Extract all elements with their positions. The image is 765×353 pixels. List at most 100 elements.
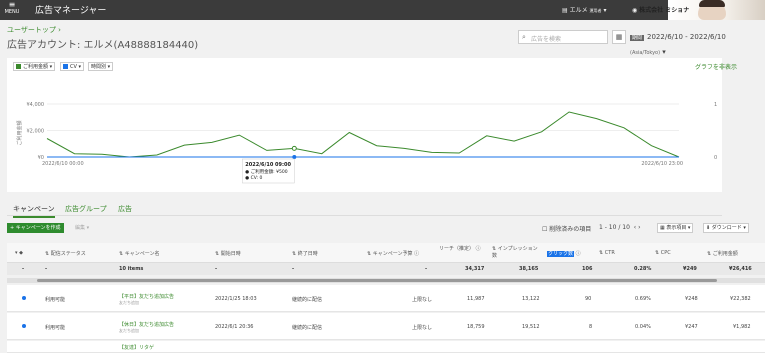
y-tick-right: 1	[714, 102, 717, 108]
sum-dash: -	[45, 266, 48, 272]
header-start-label: 開始日時	[220, 251, 241, 257]
header-spend[interactable]: ⇅ ご利用金額	[707, 250, 738, 257]
sum-clicks: 106	[582, 266, 593, 272]
row-ctr: 0.04%	[635, 324, 651, 330]
columns-button[interactable]: ▦ 表示項目 ▾	[657, 223, 694, 233]
header-name-label: キャンペーン名	[124, 251, 160, 257]
header-clicks-label: クリック数	[547, 251, 575, 257]
header-spend-label: ご利用金額	[712, 251, 738, 257]
company-name: 株式会社 ミショナ	[639, 7, 690, 14]
header-cpc[interactable]: ⇅ CPC	[655, 250, 671, 256]
row-imp: 13,122	[522, 296, 540, 302]
hamburger-icon: ≡	[8, 0, 16, 9]
next-page-icon[interactable]: ›	[638, 224, 640, 231]
series-line-spend	[46, 111, 680, 158]
row-reach: 11,987	[467, 296, 485, 302]
row-cpc: ¥248	[685, 296, 698, 302]
sum-dash: -	[425, 266, 428, 272]
header-budget[interactable]: ⇅ キャンペーン予算 ⓘ	[367, 250, 419, 257]
header-start[interactable]: ⇅ 開始日時	[215, 250, 241, 257]
menu-button[interactable]: ≡ MENU	[3, 1, 21, 19]
header-impressions[interactable]: ⇅ インプレッション数	[492, 245, 540, 259]
header-ctr[interactable]: ⇅ CTR	[599, 250, 615, 256]
campaign-link[interactable]: 【平日】友だち追加広告 友だち追加	[119, 293, 174, 306]
campaign-objective: 友だち追加	[119, 300, 139, 305]
tab-ad[interactable]: 広告	[118, 204, 132, 214]
sum-reach: 34,317	[465, 266, 485, 272]
pagination[interactable]: 1 - 10 / 10 ‹ ›	[599, 224, 640, 231]
row-spend: ¥22,382	[730, 296, 751, 302]
row-start: 2022/6/1 20:36	[215, 324, 254, 330]
account-switcher[interactable]: ▤ エルメ 運用者 ▾	[562, 5, 606, 14]
header-budget-label: キャンペーン予算	[372, 251, 413, 257]
header-status[interactable]: ⇅ 配信ステータス	[45, 250, 86, 257]
prev-page-icon[interactable]: ‹	[634, 224, 636, 231]
row-end: 継続的に配信	[292, 325, 323, 331]
sum-dash: -	[215, 266, 218, 272]
calendar-icon[interactable]: ▦	[612, 30, 626, 44]
y-axis-label-left: ご利用金額	[16, 120, 23, 145]
sum-imp: 38,165	[519, 266, 539, 272]
create-campaign-button[interactable]: + キャンペーンを作成	[7, 223, 64, 233]
header-end[interactable]: ⇅ 終了日時	[292, 250, 318, 257]
scrollbar-thumb[interactable]	[37, 279, 717, 282]
x-tick-start: 2022/6/10 00:00	[42, 161, 84, 167]
header-sort-icon[interactable]: ▾ ◆	[15, 250, 23, 256]
search-icon: ⌕	[522, 33, 526, 41]
row-clicks: 8	[589, 324, 593, 330]
x-tick-end: 2022/6/10 23:00	[641, 161, 683, 167]
search-input[interactable]: ⌕ 広告を検索	[518, 30, 608, 44]
row-status: 利用可能	[45, 325, 66, 331]
row-status: 利用可能	[45, 297, 66, 303]
tab-ad-group[interactable]: 広告グループ	[65, 204, 107, 214]
row-budget: 上限なし	[412, 325, 433, 331]
show-deleted-checkbox[interactable]: ☐ 削除済みの項目	[542, 224, 591, 233]
search-placeholder: 広告を検索	[531, 36, 562, 43]
account-icon: ▤	[562, 7, 568, 14]
horizontal-scrollbar[interactable]	[7, 278, 765, 283]
header-imp-label: インプレッション数	[492, 246, 538, 259]
sum-cpc: ¥249	[683, 266, 697, 272]
campaign-objective: 友だち追加	[119, 328, 139, 333]
row-clicks: 90	[585, 296, 592, 302]
tab-bar: キャンペーン 広告グループ 広告	[7, 202, 722, 218]
hover-point-spend	[291, 145, 297, 151]
summary-row: - - 10 items - - - 34,317 38,165 106 0.2…	[7, 263, 765, 275]
row-ctr: 0.69%	[635, 296, 651, 302]
table-row[interactable]: 利用可能 【平日】友だち追加広告 友だち追加 2022/1/25 18:03 継続…	[7, 285, 765, 312]
sum-items: 10 items	[119, 266, 144, 272]
company-menu[interactable]: ◉ 株式会社 ミショナ	[632, 5, 689, 14]
y-tick-left: ¥4,000	[27, 102, 45, 108]
header-status-label: 配信ステータス	[50, 251, 86, 257]
hover-point-cv	[292, 155, 297, 159]
account-role: 運用者	[589, 8, 602, 13]
header-clicks[interactable]: クリック数 ⓘ	[547, 250, 581, 257]
row-spend: ¥1,982	[733, 324, 751, 330]
table-row[interactable]: 利用可能 【休日】友だち追加広告 友だち追加 2022/6/1 20:36 継続的…	[7, 313, 765, 340]
sum-ctr: 0.28%	[634, 266, 652, 272]
date-tag: 期間	[630, 35, 645, 41]
row-start: 2022/1/25 18:03	[215, 296, 257, 302]
sum-dash: -	[292, 266, 295, 272]
header-ctr-label: CTR	[604, 250, 615, 256]
timezone: (Asia/Tokyo)	[630, 50, 661, 56]
row-imp: 19,512	[522, 324, 540, 330]
header-name[interactable]: ⇅ キャンペーン名	[119, 250, 160, 257]
row-reach: 18,759	[467, 324, 485, 330]
edit-button[interactable]: 編集 ▾	[75, 224, 89, 231]
app-title: 広告マネージャー	[35, 6, 107, 16]
header-reach[interactable]: リーチ（推定） ⓘ	[439, 245, 489, 252]
breadcrumb[interactable]: ユーザートップ ›	[7, 25, 61, 35]
pager-text: 1 - 10 / 10	[599, 224, 630, 231]
campaign-link[interactable]: 【休日】友だち追加広告 友だち追加	[119, 321, 174, 334]
campaign-name: 【友達】リタゲ	[119, 345, 155, 351]
account-name: エルメ	[569, 7, 588, 14]
download-button[interactable]: ⬇ ダウンロード ▾	[703, 223, 749, 233]
tab-campaign[interactable]: キャンペーン	[13, 204, 55, 218]
status-dot	[22, 324, 26, 328]
presenter-hair	[699, 0, 725, 7]
date-range-picker[interactable]: 期間 2022/6/10 - 2022/6/10 (Asia/Tokyo) ▾	[630, 30, 752, 56]
page-title: 広告アカウント: エルメ(A48888184440)	[7, 40, 199, 51]
header-cpc-label: CPC	[660, 250, 671, 256]
table-row[interactable]: 【友達】リタゲ	[7, 341, 765, 353]
